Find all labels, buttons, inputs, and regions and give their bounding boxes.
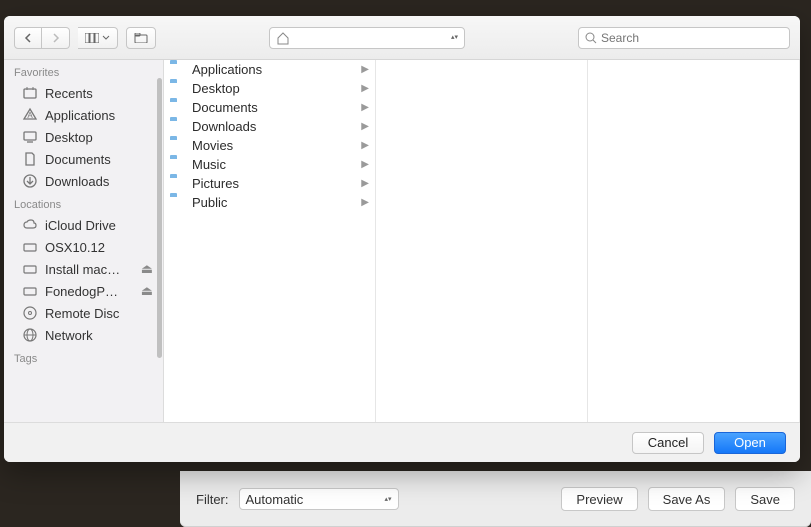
group-button[interactable] bbox=[126, 27, 156, 49]
disk-icon bbox=[22, 261, 38, 277]
sidebar-item-desktop[interactable]: Desktop bbox=[4, 126, 163, 148]
nav-buttons bbox=[14, 27, 70, 49]
sidebar-item-fonedog[interactable]: FonedogP… ⏏ bbox=[4, 280, 163, 302]
sidebar-item-label: Remote Disc bbox=[45, 306, 119, 321]
list-item[interactable]: Downloads▶ bbox=[164, 117, 375, 136]
sidebar-scrollbar[interactable] bbox=[157, 78, 162, 358]
filter-label: Filter: bbox=[196, 492, 229, 507]
svg-text:A: A bbox=[27, 111, 33, 120]
sidebar-section-favorites: Favorites bbox=[4, 60, 163, 82]
list-item[interactable]: Public▶ bbox=[164, 193, 375, 212]
recents-icon bbox=[22, 85, 38, 101]
globe-icon bbox=[22, 327, 38, 343]
sidebar-item-label: OSX10.12 bbox=[45, 240, 105, 255]
list-item[interactable]: Documents▶ bbox=[164, 98, 375, 117]
sidebar: Favorites Recents A Applications Desktop… bbox=[4, 60, 164, 422]
dialog-toolbar: ▴▾ bbox=[4, 16, 800, 60]
sidebar-item-label: Applications bbox=[45, 108, 115, 123]
chevron-down-icon bbox=[102, 35, 110, 41]
background-toolbar: Filter: Automatic ▴▾ Preview Save As Sav… bbox=[180, 471, 811, 527]
chevron-right-icon: ▶ bbox=[361, 178, 369, 189]
home-icon bbox=[276, 31, 290, 45]
sidebar-item-label: FonedogP… bbox=[45, 284, 118, 299]
back-button[interactable] bbox=[14, 27, 42, 49]
chevron-right-icon: ▶ bbox=[361, 102, 369, 113]
sidebar-section-locations: Locations bbox=[4, 192, 163, 214]
list-item[interactable]: Applications▶ bbox=[164, 60, 375, 79]
sidebar-item-label: iCloud Drive bbox=[45, 218, 116, 233]
list-item[interactable]: Music▶ bbox=[164, 155, 375, 174]
path-popup[interactable]: ▴▾ bbox=[269, 27, 465, 49]
filter-select[interactable]: Automatic ▴▾ bbox=[239, 488, 399, 510]
cloud-icon bbox=[22, 217, 38, 233]
apps-icon: A bbox=[22, 107, 38, 123]
stepper-icon: ▴▾ bbox=[384, 496, 391, 503]
sidebar-item-label: Install mac… bbox=[45, 262, 120, 277]
view-mode-buttons bbox=[78, 27, 118, 49]
sidebar-item-documents[interactable]: Documents bbox=[4, 148, 163, 170]
saveas-button[interactable]: Save As bbox=[648, 487, 726, 511]
chevron-right-icon: ▶ bbox=[361, 83, 369, 94]
sidebar-item-osx[interactable]: OSX10.12 bbox=[4, 236, 163, 258]
chevron-right-icon: ▶ bbox=[361, 159, 369, 170]
filter-value: Automatic bbox=[246, 492, 304, 507]
open-dialog: ▴▾ Favorites Recents A Applications Desk… bbox=[4, 16, 800, 462]
disk-icon bbox=[22, 239, 38, 255]
documents-icon bbox=[22, 151, 38, 167]
disk-icon bbox=[22, 283, 38, 299]
save-button[interactable]: Save bbox=[735, 487, 795, 511]
downloads-icon bbox=[22, 173, 38, 189]
sidebar-item-remotedisc[interactable]: Remote Disc bbox=[4, 302, 163, 324]
chevron-right-icon: ▶ bbox=[361, 64, 369, 75]
columns-icon bbox=[85, 33, 99, 43]
columns-view: Applications▶ Desktop▶ Documents▶ Downlo… bbox=[164, 60, 800, 422]
list-item[interactable]: Movies▶ bbox=[164, 136, 375, 155]
chevron-right-icon: ▶ bbox=[361, 121, 369, 132]
chevron-right-icon bbox=[52, 33, 60, 43]
column-3[interactable] bbox=[588, 60, 800, 422]
sidebar-item-recents[interactable]: Recents bbox=[4, 82, 163, 104]
sidebar-item-network[interactable]: Network bbox=[4, 324, 163, 346]
sidebar-item-applications[interactable]: A Applications bbox=[4, 104, 163, 126]
search-field[interactable] bbox=[578, 27, 790, 49]
view-mode-button[interactable] bbox=[78, 27, 118, 49]
dialog-buttons: Cancel Open bbox=[4, 422, 800, 462]
desktop-icon bbox=[22, 129, 38, 145]
sidebar-item-label: Downloads bbox=[45, 174, 109, 189]
column-1[interactable]: Applications▶ Desktop▶ Documents▶ Downlo… bbox=[164, 60, 376, 422]
eject-icon[interactable]: ⏏ bbox=[141, 261, 153, 277]
sidebar-section-tags: Tags bbox=[4, 346, 163, 368]
list-item[interactable]: Desktop▶ bbox=[164, 79, 375, 98]
chevron-left-icon bbox=[24, 33, 32, 43]
disc-icon bbox=[22, 305, 38, 321]
sidebar-item-label: Recents bbox=[45, 86, 93, 101]
list-item[interactable]: Pictures▶ bbox=[164, 174, 375, 193]
open-button[interactable]: Open bbox=[714, 432, 786, 454]
chevron-right-icon: ▶ bbox=[361, 197, 369, 208]
sidebar-item-label: Documents bbox=[45, 152, 111, 167]
folder-toolbar-icon bbox=[134, 33, 148, 43]
sidebar-item-install[interactable]: Install mac… ⏏ bbox=[4, 258, 163, 280]
eject-icon[interactable]: ⏏ bbox=[141, 283, 153, 299]
forward-button[interactable] bbox=[42, 27, 70, 49]
search-icon bbox=[585, 32, 597, 44]
stepper-icon: ▴▾ bbox=[451, 34, 458, 41]
cancel-button[interactable]: Cancel bbox=[632, 432, 704, 454]
column-2[interactable] bbox=[376, 60, 588, 422]
preview-button[interactable]: Preview bbox=[561, 487, 637, 511]
chevron-right-icon: ▶ bbox=[361, 140, 369, 151]
search-input[interactable] bbox=[601, 31, 783, 45]
sidebar-item-icloud[interactable]: iCloud Drive bbox=[4, 214, 163, 236]
sidebar-item-label: Desktop bbox=[45, 130, 93, 145]
sidebar-item-label: Network bbox=[45, 328, 93, 343]
sidebar-item-downloads[interactable]: Downloads bbox=[4, 170, 163, 192]
